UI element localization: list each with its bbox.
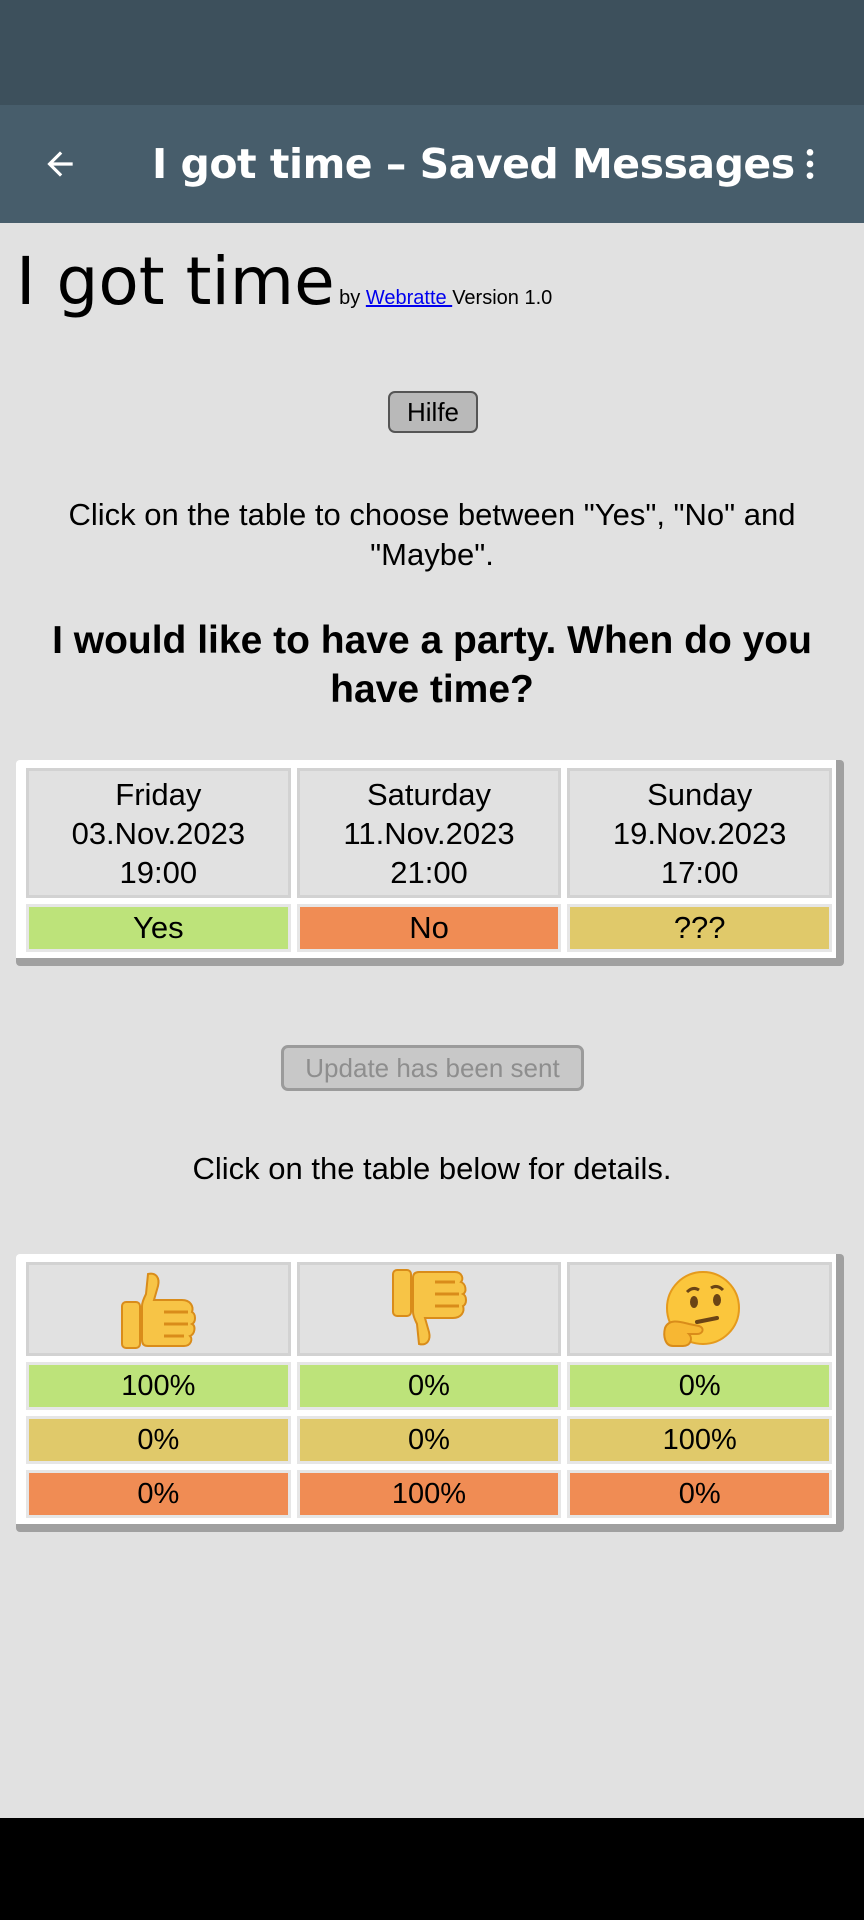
date-row: Friday 03.Nov.2023 19:00 Saturday 11.Nov… xyxy=(26,768,833,898)
answer-cell-yes[interactable]: Yes xyxy=(26,904,291,952)
icon-row xyxy=(26,1262,833,1356)
thumbs-down-icon xyxy=(392,1269,467,1346)
date-time: 17:00 xyxy=(660,854,739,890)
app-bar: I got time – Saved Messages xyxy=(0,105,864,223)
summary-table[interactable]: 100% 0% 0% 0% 0% 100% 0% 100% 0% xyxy=(16,1254,844,1532)
date-time: 21:00 xyxy=(390,854,468,890)
status-bar xyxy=(0,0,864,105)
update-button[interactable]: Update has been sent xyxy=(281,1045,584,1091)
help-button[interactable]: Hilfe xyxy=(388,391,478,433)
date-day: Saturday xyxy=(366,776,492,812)
icon-cell xyxy=(26,1262,291,1356)
schedule-table: Friday 03.Nov.2023 19:00 Saturday 11.Nov… xyxy=(16,760,844,966)
percent-cell[interactable]: 0% xyxy=(567,1362,833,1410)
summary-row-no: 0% 100% 0% xyxy=(26,1470,833,1518)
percent-cell[interactable]: 0% xyxy=(26,1416,291,1464)
date-time: 19:00 xyxy=(119,854,198,890)
date-date: 03.Nov.2023 xyxy=(71,815,246,851)
author-link[interactable]: Webratte xyxy=(366,287,452,309)
date-day: Friday xyxy=(115,776,202,812)
page-title: I got time xyxy=(16,243,335,320)
summary-row-maybe: 0% 0% 100% xyxy=(26,1416,833,1464)
details-hint: Click on the table below for details. xyxy=(192,1151,672,1186)
date-day: Sunday xyxy=(647,776,753,812)
date-cell: Sunday 19.Nov.2023 17:00 xyxy=(567,768,833,898)
date-cell: Saturday 11.Nov.2023 21:00 xyxy=(296,768,562,898)
byline: by Webratte Version 1.0 xyxy=(339,287,552,309)
icon-cell xyxy=(567,1262,833,1356)
byline-by: by xyxy=(339,287,366,309)
version-text: Version 1.0 xyxy=(452,287,553,309)
app-bar-title: I got time – Saved Messages xyxy=(152,140,795,188)
percent-cell[interactable]: 0% xyxy=(26,1470,291,1518)
icon-cell xyxy=(296,1262,562,1356)
date-date: 19.Nov.2023 xyxy=(612,815,787,851)
arrow-left-icon xyxy=(47,151,73,177)
percent-cell[interactable]: 100% xyxy=(567,1416,833,1464)
overflow-menu-button[interactable] xyxy=(786,140,834,188)
answer-row: Yes No ??? xyxy=(26,904,833,952)
question-text: I would like to have a party. When do yo… xyxy=(52,619,812,711)
percent-cell[interactable]: 0% xyxy=(296,1362,562,1410)
percent-cell[interactable]: 100% xyxy=(296,1470,562,1518)
navigation-bar xyxy=(0,1818,864,1920)
thumbs-up-icon xyxy=(121,1272,197,1349)
instruction-text: Click on the table to choose between "Ye… xyxy=(68,497,796,572)
more-vert-icon xyxy=(806,149,814,179)
percent-cell[interactable]: 100% xyxy=(26,1362,291,1410)
summary-row-yes: 100% 0% 0% xyxy=(26,1362,833,1410)
answer-cell-no[interactable]: No xyxy=(296,904,562,952)
date-cell: Friday 03.Nov.2023 19:00 xyxy=(26,768,291,898)
thinking-face-icon xyxy=(662,1271,740,1347)
back-button[interactable] xyxy=(36,140,84,188)
answer-cell-maybe[interactable]: ??? xyxy=(567,904,833,952)
web-content: I got time by Webratte Version 1.0 Hilfe… xyxy=(0,223,864,1818)
percent-cell[interactable]: 0% xyxy=(296,1416,562,1464)
percent-cell[interactable]: 0% xyxy=(567,1470,833,1518)
page-header: I got time by Webratte Version 1.0 xyxy=(16,243,552,320)
date-date: 11.Nov.2023 xyxy=(343,815,515,851)
